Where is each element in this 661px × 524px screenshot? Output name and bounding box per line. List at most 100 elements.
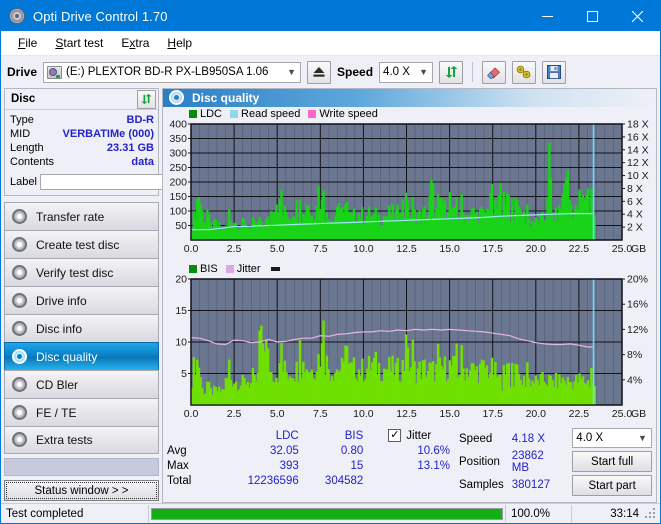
svg-text:15.0: 15.0 — [439, 408, 460, 420]
stats-col-jitter-cell: ✓ Jitter — [370, 428, 457, 443]
disc-row-key: Contents — [10, 156, 55, 168]
svg-text:5: 5 — [181, 368, 187, 380]
minimize-icon[interactable] — [525, 1, 570, 31]
erase-button[interactable] — [482, 60, 507, 84]
sidebar-item-label: Disc info — [36, 321, 83, 336]
svg-text:5.0: 5.0 — [270, 243, 285, 255]
legend-item-read-speed: Read speed — [230, 108, 300, 120]
status-window-button[interactable]: Status window > > — [4, 480, 159, 501]
speed-value: 4.18 X — [511, 433, 545, 445]
stats-row-key: Max — [167, 459, 189, 472]
close-icon[interactable] — [615, 1, 660, 31]
svg-text:10.0: 10.0 — [353, 243, 374, 255]
run-info-table: Speed 4.18 X Position 23862 MB Samples 3… — [457, 428, 566, 496]
menu-extra[interactable]: Extra — [112, 33, 158, 53]
menu-start-test[interactable]: Start test — [46, 33, 112, 53]
svg-text:25.0: 25.0 — [612, 408, 633, 420]
disc-icon — [12, 264, 29, 281]
position-value: 23862 MB — [511, 450, 544, 474]
chevron-down-icon: ▼ — [287, 67, 296, 77]
sidebar-spacer — [4, 458, 159, 476]
refresh-button[interactable] — [439, 60, 464, 84]
svg-text:20.0: 20.0 — [526, 408, 547, 420]
disc-row-key: Length — [10, 142, 44, 154]
jitter-checkbox-group[interactable]: ✓ Jitter — [388, 429, 457, 442]
disc-info-list: Type BD-R MID VERBATIMe (000) Length 23.… — [5, 110, 242, 195]
disc-row-mid: MID VERBATIMe (000) — [10, 127, 154, 141]
svg-text:6 X: 6 X — [627, 196, 643, 208]
sidebar-item-label: Verify test disc — [36, 265, 114, 280]
jitter-checkbox[interactable]: ✓ — [388, 429, 402, 442]
stats-avg-bis: 0.80 — [340, 444, 364, 457]
svg-text:4%: 4% — [627, 374, 642, 386]
svg-text:20: 20 — [175, 275, 187, 286]
svg-text:8%: 8% — [627, 349, 642, 361]
legend-label: LDC — [200, 107, 223, 120]
sidebar-item-label: Create test disc — [36, 237, 120, 252]
sidebar-item-disc-quality[interactable]: Disc quality — [4, 342, 159, 370]
legend-item-ldc: LDC — [189, 108, 222, 120]
disc-icon — [12, 432, 29, 448]
charts-area: LDC Read speed Write speed 50 100 150 200 25… — [163, 107, 656, 502]
sidebar-item-create-test-disc[interactable]: Create test disc — [4, 230, 159, 258]
start-part-button[interactable]: Start part — [572, 475, 652, 496]
drive-icon — [47, 65, 63, 79]
sidebar-item-cd-bler[interactable]: CD Bler — [4, 370, 159, 398]
drive-select[interactable]: (E:) PLEXTOR BD-R PX-LB950SA 1.06 ▼ — [43, 61, 302, 83]
disc-refresh-button[interactable] — [137, 89, 156, 109]
sidebar-item-verify-test-disc[interactable]: Verify test disc — [4, 258, 159, 286]
svg-text:16 X: 16 X — [627, 131, 649, 143]
svg-text:GB: GB — [631, 243, 646, 255]
test-speed-select[interactable]: 4.0 X ▼ — [572, 428, 652, 448]
ldc-chart[interactable]: 50 100 150 200 250 300 350 400 2 X4 X6 X8 X 10 X1… — [163, 119, 656, 260]
disc-icon — [12, 208, 29, 225]
stats-bar: LDC BIS ✓ Jitter Avg 32.05 0.80 10.6% Ma… — [163, 425, 656, 498]
status-message: Test completed — [1, 505, 149, 522]
progress-track — [151, 507, 503, 520]
legend-swatch-jitter — [225, 264, 234, 273]
legend-label: Jitter — [236, 262, 261, 275]
sidebar-item-disc-info[interactable]: Disc info — [4, 314, 159, 342]
disc-row-length: Length 23.31 GB — [10, 141, 154, 155]
svg-text:14 X: 14 X — [627, 144, 649, 156]
sidebar-item-extra-tests[interactable]: Extra tests — [4, 426, 159, 454]
svg-text:22.5: 22.5 — [569, 243, 590, 255]
legend-swatch-read-speed — [230, 109, 239, 118]
eject-button[interactable] — [307, 60, 332, 84]
stats-left: LDC BIS ✓ Jitter Avg 32.05 0.80 10.6% Ma… — [167, 428, 457, 496]
stats-total-bis: 304582 — [324, 474, 364, 487]
svg-text:15: 15 — [175, 305, 187, 317]
disc-icon — [12, 348, 29, 365]
disc-panel-header: Disc — [5, 89, 158, 110]
sidebar-item-drive-info[interactable]: Drive info — [4, 286, 159, 314]
maximize-icon[interactable] — [570, 1, 615, 31]
menu-file[interactable]: File — [9, 33, 46, 53]
tools-button[interactable] — [512, 60, 537, 84]
start-full-button[interactable]: Start full — [572, 451, 652, 472]
chevron-down-icon: ▼ — [419, 67, 428, 77]
svg-text:350: 350 — [169, 133, 187, 145]
ldc-chart-legend: LDC Read speed Write speed — [163, 107, 656, 120]
speed-select[interactable]: 4.0 X ▼ — [379, 61, 434, 83]
app-disc-icon — [9, 8, 25, 24]
stats-total-ldc: 12236596 — [247, 474, 299, 487]
title-bar: Opti Drive Control 1.70 — [1, 1, 660, 31]
sidebar-item-transfer-rate[interactable]: Transfer rate — [4, 202, 159, 230]
svg-text:22.5: 22.5 — [569, 408, 590, 420]
chart-drag-handle[interactable] — [270, 266, 280, 271]
disc-label-row: Label — [10, 172, 242, 191]
menu-help[interactable]: Help — [158, 33, 201, 53]
save-button[interactable] — [542, 60, 567, 84]
sidebar-item-label: Disc quality — [36, 349, 98, 364]
svg-text:7.5: 7.5 — [313, 243, 328, 255]
resize-grip[interactable] — [644, 507, 658, 521]
speed-key: Speed — [459, 433, 493, 445]
sidebar-item-fe-te[interactable]: FE / TE — [4, 398, 159, 426]
svg-text:300: 300 — [169, 148, 187, 160]
content-panel: Disc quality LDC Read speed Write speed … — [162, 88, 657, 503]
legend-item-bis: BIS — [189, 263, 218, 275]
bis-jitter-chart[interactable]: 5 10 15 20 4% 8% 12% 16% 20% 0.0 2.5 5.0 7.5 10.0 12.5… — [163, 274, 656, 425]
svg-text:17.5: 17.5 — [482, 408, 503, 420]
drive-label: Drive — [7, 65, 38, 79]
table-row: Total 12236596 304582 — [167, 473, 457, 488]
